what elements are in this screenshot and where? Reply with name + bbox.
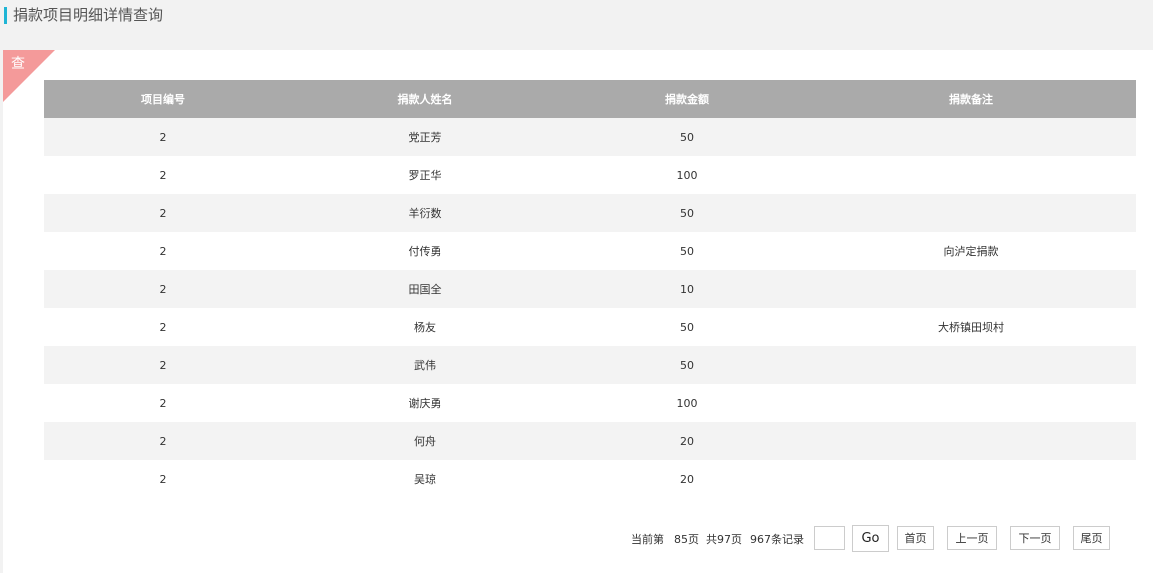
cell-amount: 10 <box>568 270 806 308</box>
table-row: 2 田国全 10 <box>44 270 1136 308</box>
cell-remark <box>806 194 1136 232</box>
cell-donor-name: 武伟 <box>282 346 568 384</box>
table-row: 2 何舟 20 <box>44 422 1136 460</box>
donation-table: 项目编号 捐款人姓名 捐款金额 捐款备注 2 党正芳 50 2 罗正华 100 2 羊衍数 50… <box>44 80 1136 498</box>
cell-remark <box>806 422 1136 460</box>
cell-project-id: 2 <box>44 232 282 270</box>
cell-donor-name: 党正芳 <box>282 118 568 156</box>
column-header-remark: 捐款备注 <box>806 80 1136 118</box>
cell-remark <box>806 118 1136 156</box>
page-header: 捐款项目明细详情查询 <box>0 0 1153 50</box>
cell-amount: 20 <box>568 422 806 460</box>
cell-amount: 100 <box>568 156 806 194</box>
cell-remark <box>806 346 1136 384</box>
pager-total-records: 967条记录 <box>750 533 804 546</box>
cell-donor-name: 罗正华 <box>282 156 568 194</box>
table-row: 2 谢庆勇 100 <box>44 384 1136 422</box>
table-row: 2 羊衍数 50 <box>44 194 1136 232</box>
prev-page-button[interactable]: 上一页 <box>947 526 997 550</box>
next-page-button[interactable]: 下一页 <box>1010 526 1060 550</box>
cell-amount: 100 <box>568 384 806 422</box>
cell-amount: 50 <box>568 232 806 270</box>
cell-amount: 50 <box>568 194 806 232</box>
cell-remark <box>806 460 1136 498</box>
page-title: 捐款项目明细详情查询 <box>13 6 164 24</box>
cell-project-id: 2 <box>44 270 282 308</box>
table-row: 2 杨友 50 大桥镇田坝村 <box>44 308 1136 346</box>
cell-remark: 大桥镇田坝村 <box>806 308 1136 346</box>
cell-project-id: 2 <box>44 346 282 384</box>
cell-amount: 50 <box>568 118 806 156</box>
cell-donor-name: 田国全 <box>282 270 568 308</box>
cell-amount: 20 <box>568 460 806 498</box>
cell-donor-name: 谢庆勇 <box>282 384 568 422</box>
cell-remark <box>806 156 1136 194</box>
content-panel: 查 项目编号 捐款人姓名 捐款金额 捐款备注 2 党正芳 50 2 罗正华 100 2 羊衍数… <box>3 50 1153 573</box>
cell-project-id: 2 <box>44 194 282 232</box>
cell-remark: 向泸定捐款 <box>806 232 1136 270</box>
table-row: 2 武伟 50 <box>44 346 1136 384</box>
table-row: 2 党正芳 50 <box>44 118 1136 156</box>
cell-amount: 50 <box>568 308 806 346</box>
cell-donor-name: 付传勇 <box>282 232 568 270</box>
column-header-donor-name: 捐款人姓名 <box>282 80 568 118</box>
corner-tag-label: 查 <box>11 56 25 72</box>
cell-donor-name: 羊衍数 <box>282 194 568 232</box>
column-header-project-id: 项目编号 <box>44 80 282 118</box>
table-row: 2 罗正华 100 <box>44 156 1136 194</box>
pagination: 当前第 85页 共97页 967条记录 Go 首页 上一页 下一页 尾页 <box>3 524 1153 552</box>
table-row: 2 吴琼 20 <box>44 460 1136 498</box>
cell-project-id: 2 <box>44 118 282 156</box>
last-page-button[interactable]: 尾页 <box>1073 526 1110 550</box>
go-button[interactable]: Go <box>852 525 889 552</box>
table-body: 2 党正芳 50 2 罗正华 100 2 羊衍数 50 2 付传勇 50 向泸定捐款 2 田国全 10 2 杨友 5… <box>44 118 1136 498</box>
pager-current-prefix: 当前第 <box>631 533 664 546</box>
cell-project-id: 2 <box>44 156 282 194</box>
cell-project-id: 2 <box>44 308 282 346</box>
cell-donor-name: 何舟 <box>282 422 568 460</box>
cell-project-id: 2 <box>44 422 282 460</box>
cell-donor-name: 杨友 <box>282 308 568 346</box>
cell-donor-name: 吴琼 <box>282 460 568 498</box>
table-header-row: 项目编号 捐款人姓名 捐款金额 捐款备注 <box>44 80 1136 118</box>
cell-remark <box>806 384 1136 422</box>
pager-total-pages: 共97页 <box>706 533 742 546</box>
page-number-input[interactable] <box>814 526 845 550</box>
first-page-button[interactable]: 首页 <box>897 526 934 550</box>
pager-current-page: 85页 <box>674 533 699 546</box>
title-accent-bar <box>4 7 7 24</box>
column-header-amount: 捐款金额 <box>568 80 806 118</box>
cell-remark <box>806 270 1136 308</box>
cell-project-id: 2 <box>44 384 282 422</box>
cell-amount: 50 <box>568 346 806 384</box>
cell-project-id: 2 <box>44 460 282 498</box>
table-row: 2 付传勇 50 向泸定捐款 <box>44 232 1136 270</box>
